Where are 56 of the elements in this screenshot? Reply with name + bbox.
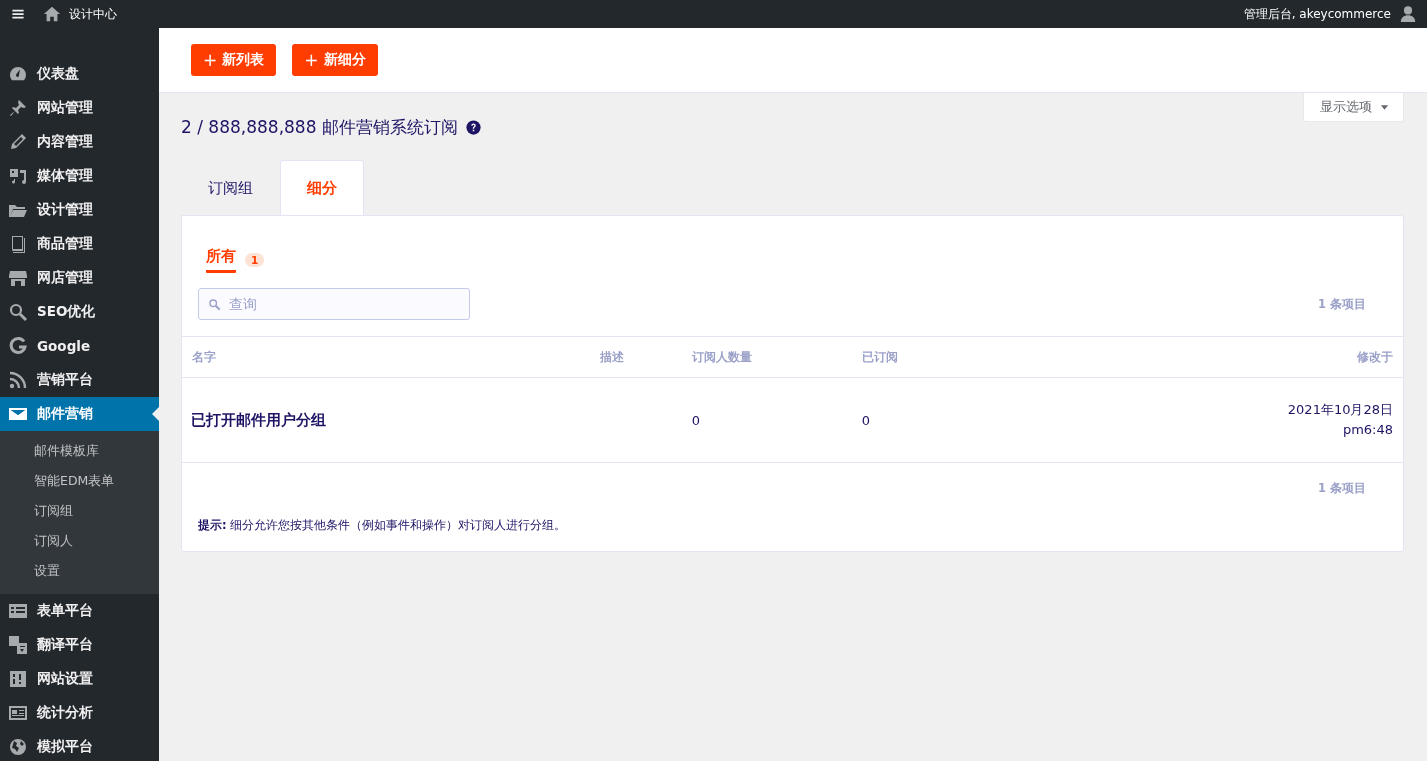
screen-options-button[interactable]: 显示选项: [1303, 93, 1404, 122]
sidebar-item[interactable]: 表单平台: [0, 594, 159, 628]
sliders-icon: [8, 669, 28, 689]
form-icon: [8, 601, 28, 621]
chart-icon: [8, 703, 28, 723]
g-letter-icon: [8, 336, 28, 356]
sidebar-item[interactable]: 营销平台: [0, 363, 159, 397]
page-title: 2 / 888,888,888 邮件营销系统订阅: [181, 115, 458, 139]
submenu-item[interactable]: 设置: [0, 556, 159, 586]
sidebar-item[interactable]: 仪表盘: [0, 57, 159, 91]
site-title[interactable]: 设计中心: [69, 5, 117, 23]
rss-icon: [8, 370, 28, 390]
sidebar-item[interactable]: 网站设置: [0, 662, 159, 696]
add-button[interactable]: + 新列表: [191, 44, 277, 76]
search-field[interactable]: 查询: [198, 288, 470, 320]
sidebar-item[interactable]: Google: [0, 329, 159, 363]
translate-icon: [8, 635, 28, 655]
media-icon: [8, 166, 28, 186]
submenu-item[interactable]: 邮件模板库: [0, 436, 159, 466]
sidebar-item[interactable]: 模拟平台: [0, 730, 159, 761]
add-button[interactable]: + 新细分: [292, 44, 378, 76]
segment-name-link[interactable]: 已打开邮件用户分组: [191, 411, 326, 428]
sidebar-item[interactable]: 邮件营销: [0, 397, 159, 431]
filter-link[interactable]: 所有: [206, 247, 236, 273]
item-count: 1 条项目: [1318, 481, 1366, 496]
item-count: 1 条项目: [1318, 296, 1366, 312]
sidebar-item[interactable]: 媒体管理: [0, 159, 159, 193]
menu-icon: [11, 7, 25, 21]
account-name[interactable]: 管理后台, akeycommerce: [1243, 5, 1391, 23]
sidebar-item[interactable]: 网站管理: [0, 91, 159, 125]
tab[interactable]: 订阅组: [181, 160, 280, 215]
table-cell: 0: [861, 412, 870, 428]
submenu-item[interactable]: 订阅组: [0, 496, 159, 526]
user-icon: [1399, 5, 1417, 23]
sidebar-item[interactable]: SEO优化: [0, 295, 159, 329]
sidebar-item[interactable]: 内容管理: [0, 125, 159, 159]
table-cell: 2021年10月28日 pm6:48: [1287, 402, 1393, 437]
help-icon: [465, 119, 481, 135]
search-icon: [8, 302, 28, 322]
submenu-item[interactable]: 智能EDM表单: [0, 466, 159, 496]
sidebar-item[interactable]: 设计管理: [0, 193, 159, 227]
hint-text: 提示: 细分允许您按其他条件（例如事件和操作）对订阅人进行分组。: [198, 518, 568, 533]
pencil-icon: [8, 132, 28, 152]
tab[interactable]: 细分: [280, 160, 364, 215]
globe-icon: [8, 737, 28, 757]
sidebar-item[interactable]: 网店管理: [0, 261, 159, 295]
count-badge: 1: [245, 253, 265, 267]
caret-icon: [1380, 102, 1389, 112]
store-icon: [8, 268, 28, 288]
submenu-item[interactable]: 订阅人: [0, 526, 159, 556]
sidebar-item[interactable]: 统计分析: [0, 696, 159, 730]
sidebar-item[interactable]: 商品管理: [0, 227, 159, 261]
pushpin-icon: [8, 98, 28, 118]
house-icon: [43, 5, 61, 23]
table-cell: 0: [691, 412, 700, 428]
sidebar-item[interactable]: 翻译平台: [0, 628, 159, 662]
